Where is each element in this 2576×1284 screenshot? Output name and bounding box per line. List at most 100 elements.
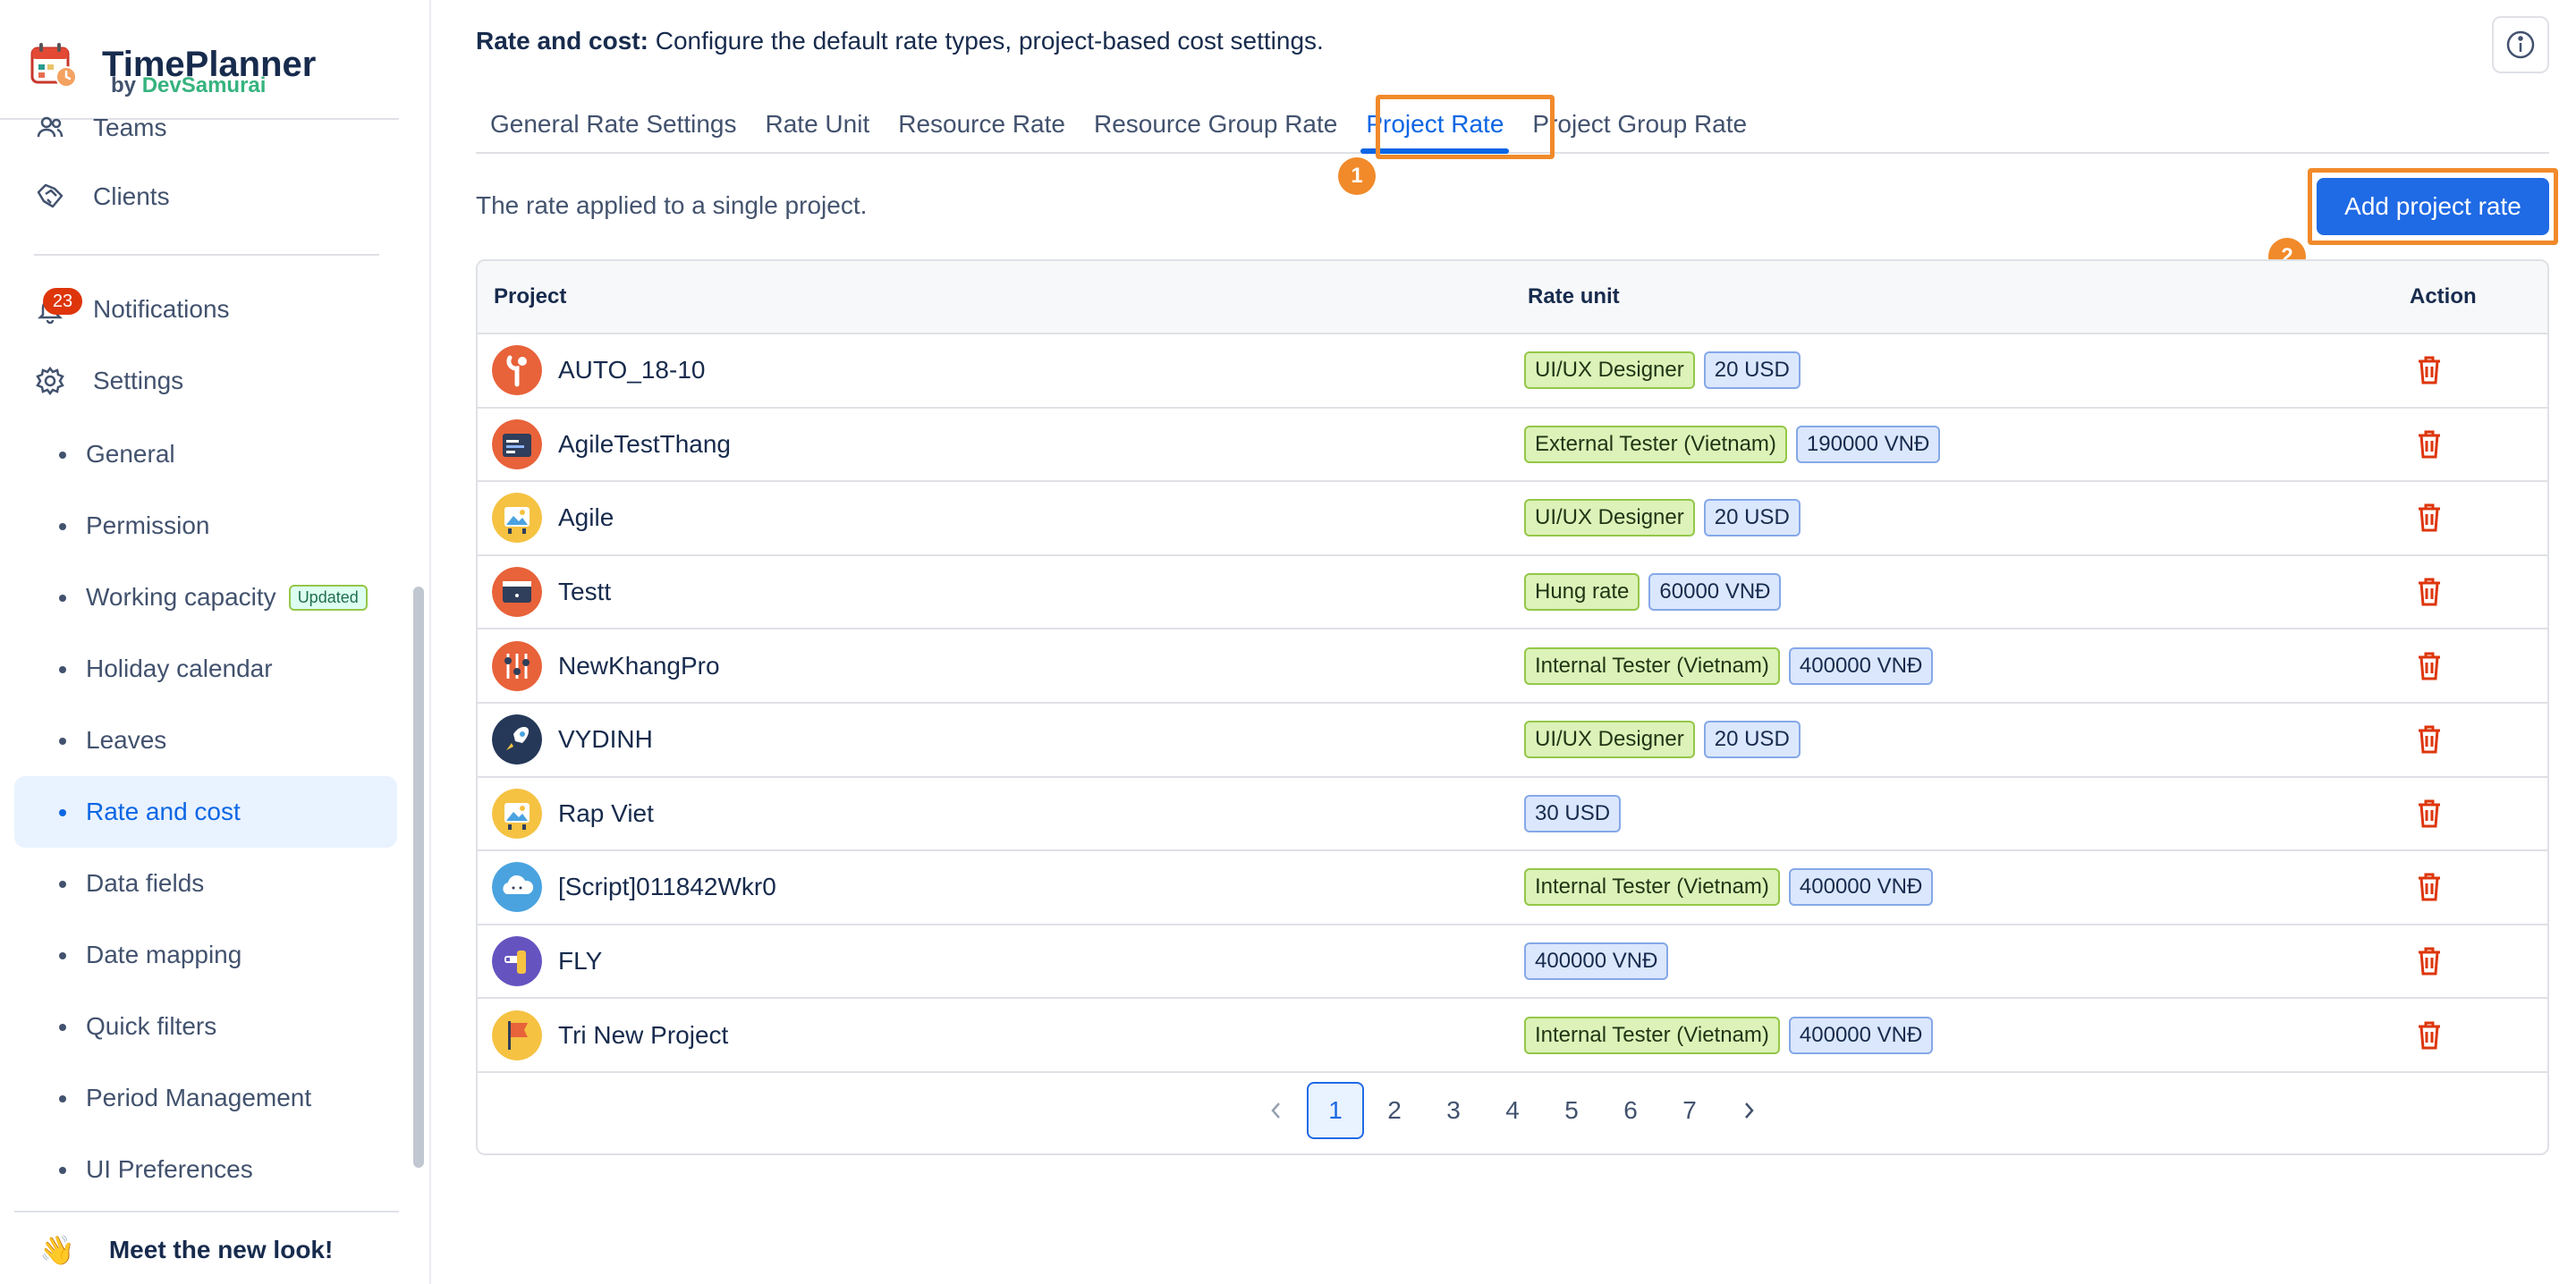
delete-icon[interactable] — [2413, 352, 2445, 388]
sidebar-item-leaves[interactable]: Leaves — [14, 705, 397, 776]
rate-unit-chips: Internal Tester (Vietnam) 400000 VNĐ — [1524, 1016, 1934, 1054]
sidebar-item-label: Clients — [93, 182, 170, 210]
project-rate-table: Project Rate unit Action AUTO_18-10 UI/UX… — [476, 259, 2549, 1155]
sidebar-item-general[interactable]: General — [14, 418, 397, 490]
rate-amount-tag: 190000 VNĐ — [1795, 425, 1941, 463]
table-header: Project Rate unit Action — [478, 261, 2547, 334]
sidebar-item-label: Teams — [93, 114, 167, 141]
info-button[interactable] — [2492, 16, 2549, 73]
sidebar-item-label: Period Management — [86, 1084, 312, 1111]
sidebar-item-label: Leaves — [86, 726, 167, 754]
delete-icon[interactable] — [2413, 869, 2445, 905]
sidebar-item-date-mapping[interactable]: Date mapping — [14, 919, 397, 991]
table-row[interactable]: AgileTestThang External Tester (Vietnam) 1… — [478, 409, 2547, 483]
table-row[interactable]: Tri New Project Internal Tester (Vietnam)… — [478, 999, 2547, 1073]
prev-page-button[interactable] — [1248, 1082, 1305, 1139]
tab-label: Resource Group Rate — [1093, 110, 1338, 138]
sidebar-item-clients[interactable]: Clients — [0, 161, 399, 232]
sidebar-item-permission[interactable]: Permission — [14, 490, 397, 562]
sidebar-item-settings[interactable]: Settings — [0, 345, 399, 417]
brand-company: DevSamurai — [141, 73, 267, 97]
sidebar-item-teams[interactable]: Teams — [0, 106, 399, 150]
brand-byline: by DevSamurai — [111, 73, 266, 98]
rate-type-tag: Hung rate — [1524, 573, 1640, 612]
page-2-button[interactable]: 2 — [1366, 1082, 1423, 1139]
rate-type-tag: Internal Tester (Vietnam) — [1524, 1016, 1780, 1054]
rate-type-tag: UI/UX Designer — [1524, 351, 1695, 390]
footer-divider — [14, 1211, 399, 1212]
tab-resource-rate[interactable]: Resource Rate — [884, 97, 1080, 152]
table-row[interactable]: [Script]011842Wkr0 Internal Tester (Vietn… — [478, 851, 2547, 925]
rate-unit-chips: Internal Tester (Vietnam) 400000 VNĐ — [1524, 868, 1934, 907]
sidebar-item-label: Notifications — [93, 295, 230, 323]
main-content: Rate and cost: Configure the default rat… — [433, 0, 2576, 1284]
page-4-button[interactable]: 4 — [1484, 1082, 1541, 1139]
page-numbers: 1234567 — [1306, 1082, 1719, 1139]
chevron-right-icon — [1745, 1102, 1754, 1119]
tab-label: Project Rate — [1366, 110, 1504, 138]
sidebar-scrollbar[interactable] — [413, 587, 424, 1168]
table-row[interactable]: Rap Viet 30 USD — [478, 778, 2547, 852]
project-name: Tri New Project — [558, 1020, 729, 1049]
delete-icon[interactable] — [2413, 1018, 2445, 1053]
section-description: The rate applied to a single project. — [476, 191, 868, 219]
delete-icon[interactable] — [2413, 427, 2445, 462]
column-header-action: Action — [2410, 284, 2477, 308]
rate-amount-tag: 20 USD — [1703, 499, 1801, 537]
page-title-rest: Configure the default rate types, projec… — [648, 27, 1324, 55]
add-project-rate-button[interactable]: Add project rate — [2317, 178, 2549, 235]
table-row[interactable]: FLY 400000 VNĐ — [478, 925, 2547, 1000]
sidebar-item-quick-filters[interactable]: Quick filters — [14, 991, 397, 1062]
table-row[interactable]: Agile UI/UX Designer 20 USD — [478, 482, 2547, 556]
sidebar-item-working-capacity[interactable]: Working capacity Updated — [14, 562, 397, 633]
next-page-button[interactable] — [1720, 1082, 1777, 1139]
tab-label: Resource Rate — [898, 110, 1065, 138]
info-icon — [2506, 30, 2535, 59]
sidebar-item-ui-preferences[interactable]: UI Preferences — [14, 1134, 397, 1205]
pagination: 1234567 — [478, 1082, 2547, 1139]
tools-avatar — [492, 345, 542, 396]
delete-icon[interactable] — [2413, 574, 2445, 610]
table-row[interactable]: Testt Hung rate 60000 VNĐ — [478, 556, 2547, 630]
sidebar-item-period-management[interactable]: Period Management — [14, 1062, 397, 1134]
delete-icon[interactable] — [2413, 500, 2445, 536]
table-row[interactable]: VYDINH UI/UX Designer 20 USD — [478, 704, 2547, 778]
tab-general-rate-settings[interactable]: General Rate Settings — [476, 97, 751, 152]
rate-unit-chips: UI/UX Designer 20 USD — [1524, 351, 1801, 390]
sidebar-item-label: UI Preferences — [86, 1155, 253, 1183]
chevron-left-icon — [1271, 1102, 1280, 1119]
project-name: AUTO_18-10 — [558, 356, 706, 384]
sidebar-item-data-fields[interactable]: Data fields — [14, 848, 397, 919]
rate-unit-chips: External Tester (Vietnam) 190000 VNĐ — [1524, 425, 1941, 463]
calendar-logo-icon — [29, 39, 79, 89]
page-3-button[interactable]: 3 — [1425, 1082, 1482, 1139]
project-name: AgileTestThang — [558, 429, 732, 458]
page-7-button[interactable]: 7 — [1661, 1082, 1718, 1139]
tab-project-rate[interactable]: Project Rate — [1352, 97, 1518, 154]
users-icon — [34, 112, 66, 144]
page-1-button[interactable]: 1 — [1307, 1082, 1364, 1139]
page-title: Rate and cost: Configure the default rat… — [476, 27, 1324, 55]
page-6-button[interactable]: 6 — [1602, 1082, 1659, 1139]
delete-icon[interactable] — [2413, 722, 2445, 757]
rate-amount-tag: 400000 VNĐ — [1788, 868, 1934, 907]
sidebar-item-notifications[interactable]: 23 Notifications — [0, 274, 399, 345]
sidebar-item-label: Permission — [86, 511, 210, 539]
rate-amount-tag: 20 USD — [1703, 721, 1801, 759]
delete-icon[interactable] — [2413, 943, 2445, 979]
tab-project-group-rate[interactable]: Project Group Rate — [1518, 97, 1761, 152]
meet-new-look-link[interactable]: 👋 Meet the new look! — [39, 1223, 333, 1277]
sidebar-item-label: Date mapping — [86, 941, 242, 968]
delete-icon[interactable] — [2413, 648, 2445, 684]
sidebar-item-rate-and-cost[interactable]: Rate and cost — [14, 776, 397, 848]
table-row[interactable]: NewKhangPro Internal Tester (Vietnam) 4000… — [478, 629, 2547, 704]
code-avatar — [492, 418, 542, 469]
delete-icon[interactable] — [2413, 796, 2445, 832]
page-5-button[interactable]: 5 — [1543, 1082, 1600, 1139]
table-row[interactable]: AUTO_18-10 UI/UX Designer 20 USD — [478, 334, 2547, 409]
sidebar-item-label: Data fields — [86, 869, 205, 897]
sidebar-item-holiday-calendar[interactable]: Holiday calendar — [14, 633, 397, 705]
tab-resource-group-rate[interactable]: Resource Group Rate — [1080, 97, 1352, 152]
tab-rate-unit[interactable]: Rate Unit — [751, 97, 885, 152]
project-name: Agile — [558, 503, 614, 532]
